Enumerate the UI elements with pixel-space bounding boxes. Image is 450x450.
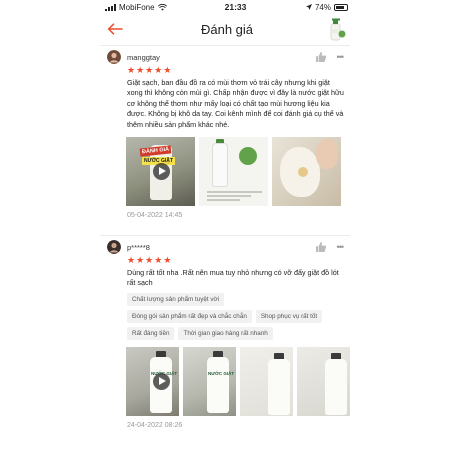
product-description-lines [207,191,262,202]
review-tag: Đóng gói sản phẩm rất đẹp và chắc chắn [127,309,252,323]
header-divider [100,45,350,46]
bottle-label: NƯỚC GIẶT [208,370,235,376]
star-rating: ★ ★ ★ ★ ★ [127,65,350,75]
avatar[interactable] [107,240,121,254]
review-date: 05-04-2022 14:45 [127,212,183,220]
star-rating: ★ ★ ★ ★ ★ [127,255,350,265]
product-thumbnail[interactable] [324,16,350,42]
star-icon: ★ [136,65,145,75]
status-time: 21:33 [224,2,247,12]
review-date: 24-04-2022 08:26 [127,421,183,429]
location-icon [305,4,312,10]
organic-badge-icon [239,147,257,166]
review-tag: Chất lượng sản phẩm tuyệt vời [127,292,225,306]
hand-photo [316,139,338,170]
page-title: Đánh giá [200,21,254,37]
product-bottle [325,358,347,415]
review-divider [100,235,350,236]
star-icon: ★ [154,255,163,265]
product-bottle [212,143,228,188]
review-card: manggtay ••• ★ ★ ★ ★ ★ Giặt sạch, ban đầ… [100,49,350,219]
review-photo-thumbnail[interactable] [297,346,350,416]
star-icon: ★ [136,255,145,265]
stain-spot [298,167,308,178]
back-button[interactable] [100,14,130,44]
review-tag: Shop phục vụ rất tốt [255,309,323,323]
wifi-icon [157,3,167,11]
more-dots-icon[interactable]: ••• [337,242,345,252]
signal-icon [105,3,116,11]
battery-percent: 74% [314,2,331,12]
star-icon: ★ [163,65,172,75]
review-header: p*****8 ••• [100,239,350,255]
star-icon: ★ [154,65,163,75]
page-header: Đánh giá [100,14,350,44]
review-tags: Chất lượng sản phẩm tuyệt vời Đóng gói s… [127,292,337,340]
star-icon: ★ [145,65,154,75]
product-bottle [268,358,290,415]
review-video-thumbnail[interactable]: ĐÁNH GIÁ NƯỚC GIẶT [126,137,195,207]
play-icon[interactable] [153,372,170,390]
product-bottle-icon [330,18,346,41]
thumbs-up-icon[interactable] [315,241,327,253]
review-text: Dùng rất tốt nha .Rất nên mua tuy nhỏ nh… [127,268,339,288]
star-icon: ★ [127,65,136,75]
thumbs-up-icon[interactable] [315,51,327,63]
status-bar: MobiFone 21:33 74% [105,0,348,14]
review-card: p*****8 ••• ★ ★ ★ ★ ★ Dùng rất tốt nha .… [100,239,350,429]
more-dots-icon[interactable]: ••• [337,52,345,62]
arrow-left-icon [107,23,123,35]
review-media: NƯỚC GIẶT NƯỚC GIẶT [126,346,350,416]
review-video-thumbnail[interactable]: NƯỚC GIẶT [126,346,179,416]
star-icon: ★ [145,255,154,265]
review-tag: Rất đáng tiền [127,326,175,340]
battery-icon [334,3,348,11]
review-photo-thumbnail[interactable] [240,346,293,416]
status-left: MobiFone [105,3,185,12]
play-icon[interactable] [153,163,170,181]
review-photo-thumbnail[interactable]: NƯỚC GIẶT [183,346,236,416]
carrier-name: MobiFone [119,2,155,12]
review-photo-thumbnail[interactable] [272,137,341,207]
star-icon: ★ [127,255,136,265]
review-photo-thumbnail[interactable] [199,137,268,207]
review-tag: Thời gian giao hàng rất nhanh [178,326,273,340]
product-bottle [207,356,229,413]
review-media: ĐÁNH GIÁ NƯỚC GIẶT [126,137,350,207]
review-header: manggtay ••• [100,49,350,65]
star-icon: ★ [163,255,172,265]
review-text: Giặt sạch, ban đầu đồ ra có mùi thơm vỏ … [127,78,344,129]
review-username: p*****8 [127,242,150,252]
status-right: 74% [305,2,348,12]
avatar[interactable] [107,50,121,64]
review-username: manggtay [127,52,160,62]
